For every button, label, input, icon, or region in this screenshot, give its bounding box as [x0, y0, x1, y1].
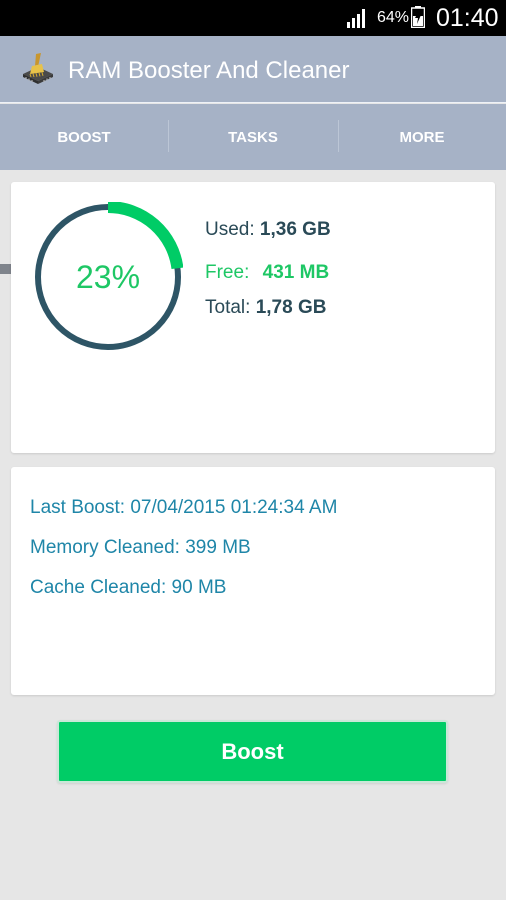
boost-button[interactable]: Boost [57, 720, 448, 783]
status-bar: 64% 01:40 [0, 0, 506, 36]
memory-card: 23% Used: 1,36 GB Free: 431 MB Total: 1,… [11, 182, 495, 453]
broom-chip-icon [23, 53, 53, 84]
tab-boost[interactable]: BOOST [0, 104, 168, 170]
tab-bar: BOOST TASKS MORE [0, 104, 506, 274]
memory-cleaned-text: Memory Cleaned: 399 MB [30, 537, 251, 558]
clock: 01:40 [436, 4, 499, 32]
used-stat: Used: 1,36 GB [205, 219, 331, 241]
action-bar: RAM Booster And Cleaner [0, 36, 506, 103]
free-stat: Free: 431 MB [205, 262, 329, 284]
battery-percent: 64% [377, 9, 410, 26]
total-label: Total: [205, 297, 251, 318]
total-value: 1,78 GB [255, 297, 327, 318]
tab-tasks[interactable]: TASKS [169, 104, 337, 170]
tab-more[interactable]: MORE [338, 104, 506, 170]
total-stat: Total: 1,78 GB [205, 297, 326, 319]
used-label: Used: [205, 219, 255, 240]
boost-info-card: Last Boost: 07/04/2015 01:24:34 AM Memor… [11, 467, 495, 695]
last-boost-text: Last Boost: 07/04/2015 01:24:34 AM [30, 497, 338, 518]
used-value: 1,36 GB [259, 219, 331, 240]
app-title: RAM Booster And Cleaner [68, 57, 350, 84]
free-value: 431 MB [262, 262, 330, 283]
memory-percent: 23% [75, 258, 141, 295]
battery-charging-icon [411, 6, 425, 28]
cache-cleaned-text: Cache Cleaned: 90 MB [30, 577, 227, 598]
signal-icon [347, 9, 365, 28]
free-label: Free: [205, 262, 250, 283]
